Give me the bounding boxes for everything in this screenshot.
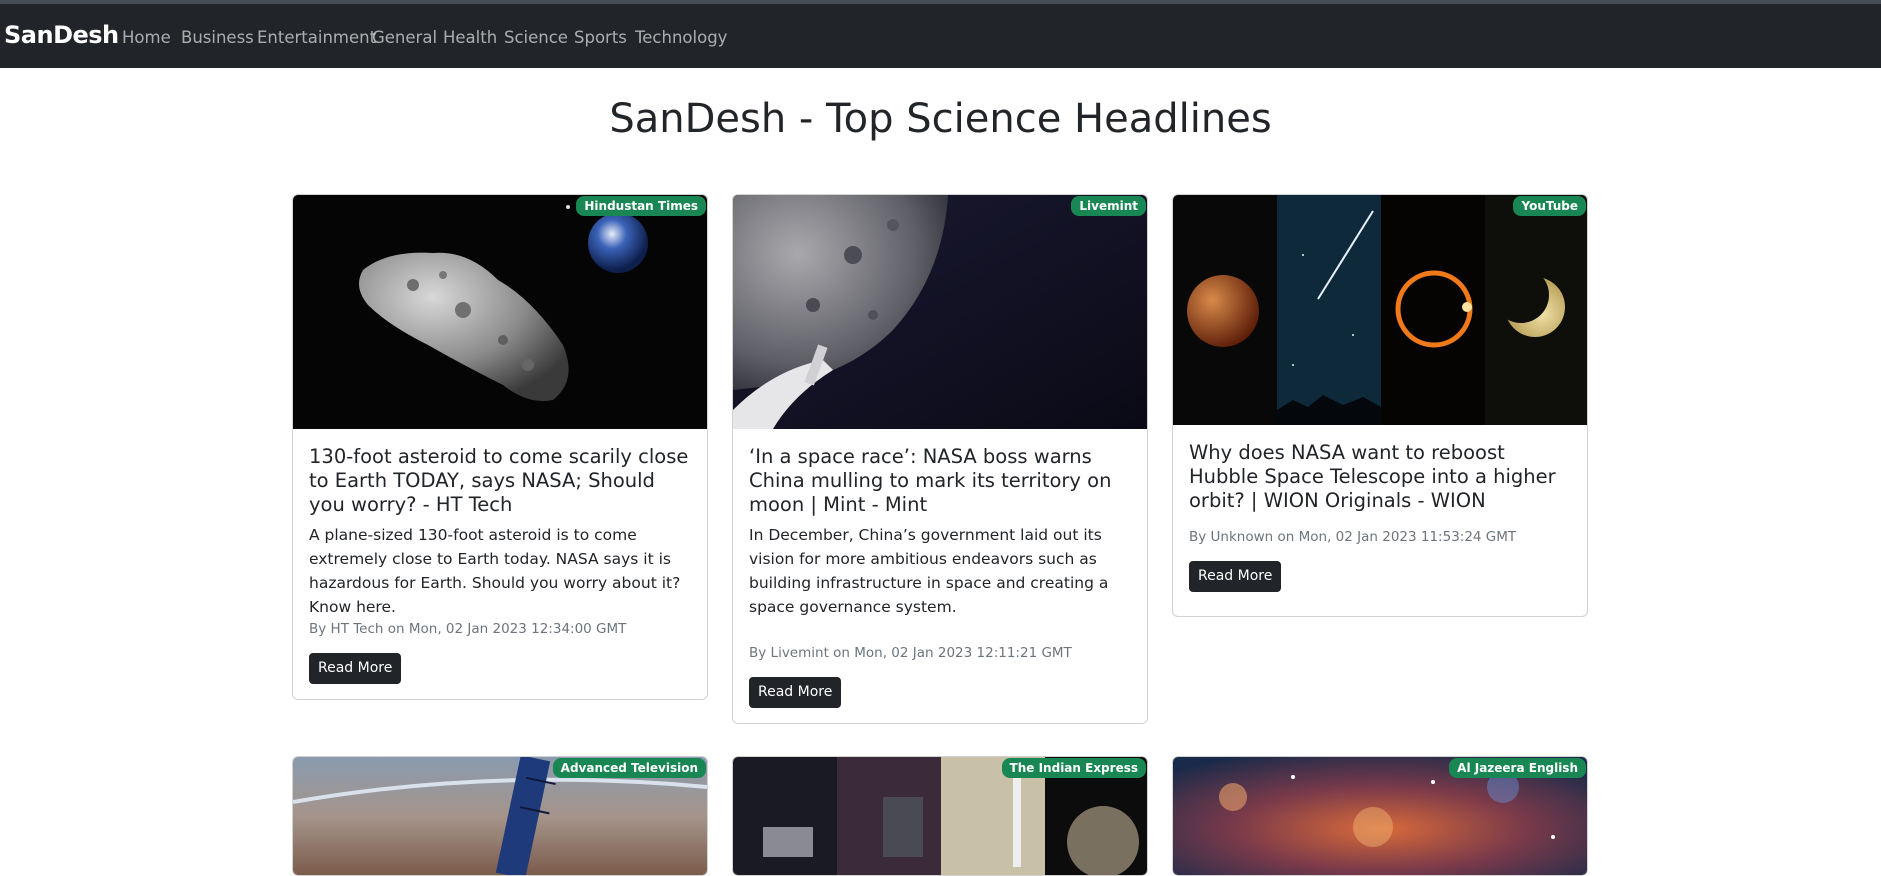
card-image[interactable]: Livemint xyxy=(733,195,1147,429)
nav-link-entertainment[interactable]: Entertainment xyxy=(257,28,376,47)
card-body: Why does NASA want to reboost Hubble Spa… xyxy=(1189,441,1573,611)
source-badge: YouTube xyxy=(1513,196,1586,216)
source-badge: Al Jazeera English xyxy=(1449,758,1586,778)
nav-link-general[interactable]: General xyxy=(372,28,437,47)
card-byline: By Livemint on Mon, 02 Jan 2023 12:11:21… xyxy=(749,645,1072,661)
source-badge: The Indian Express xyxy=(1001,758,1146,778)
news-card: The Indian Express xyxy=(732,756,1148,876)
card-byline: By Unknown on Mon, 02 Jan 2023 11:53:24 … xyxy=(1189,529,1517,545)
card-image[interactable]: Al Jazeera English xyxy=(1173,757,1587,875)
news-card: Livemint ‘In a space race’: NASA boss wa… xyxy=(732,194,1148,724)
navbar: SanDesh Home Business Entertainment Gene… xyxy=(0,0,1881,68)
card-body: ‘In a space race’: NASA boss warns China… xyxy=(749,445,1133,709)
source-badge: Advanced Television xyxy=(552,758,706,778)
source-badge: Hindustan Times xyxy=(576,196,706,216)
card-title: 130-foot asteroid to come scarily close … xyxy=(309,445,689,516)
card-image[interactable]: The Indian Express xyxy=(733,757,1147,875)
brand-logo[interactable]: SanDesh xyxy=(4,21,119,49)
card-byline: By HT Tech on Mon, 02 Jan 2023 12:34:00 … xyxy=(309,621,627,637)
news-card: Advanced Television xyxy=(292,756,708,876)
card-description: In December, China’s government laid out… xyxy=(749,526,1109,616)
card-title: ‘In a space race’: NASA boss warns China… xyxy=(749,445,1112,516)
nav-link-sports[interactable]: Sports xyxy=(574,28,627,47)
nav-link-home[interactable]: Home xyxy=(122,28,171,47)
card-description: A plane-sized 130-foot asteroid is to co… xyxy=(309,526,681,616)
nav-link-health[interactable]: Health xyxy=(443,28,497,47)
read-more-button[interactable]: Read More xyxy=(749,677,842,708)
source-badge: Livemint xyxy=(1071,196,1146,216)
read-more-button[interactable]: Read More xyxy=(309,653,402,684)
news-card: Hindustan Times 130-foot asteroid to com… xyxy=(292,194,708,700)
news-card: YouTube Why does NASA want to reboost Hu… xyxy=(1172,194,1588,617)
nav-link-business[interactable]: Business xyxy=(181,28,254,47)
card-image[interactable]: YouTube xyxy=(1173,195,1587,425)
read-more-button[interactable]: Read More xyxy=(1189,561,1282,592)
card-image[interactable]: Advanced Television xyxy=(293,757,707,875)
news-card: Al Jazeera English xyxy=(1172,756,1588,876)
card-image[interactable]: Hindustan Times xyxy=(293,195,707,429)
nav-link-technology[interactable]: Technology xyxy=(635,28,727,47)
card-title: Why does NASA want to reboost Hubble Spa… xyxy=(1189,441,1556,512)
nav-link-science[interactable]: Science xyxy=(504,28,568,47)
page-title: SanDesh - Top Science Headlines xyxy=(609,96,1272,142)
card-body: 130-foot asteroid to come scarily close … xyxy=(309,445,693,685)
